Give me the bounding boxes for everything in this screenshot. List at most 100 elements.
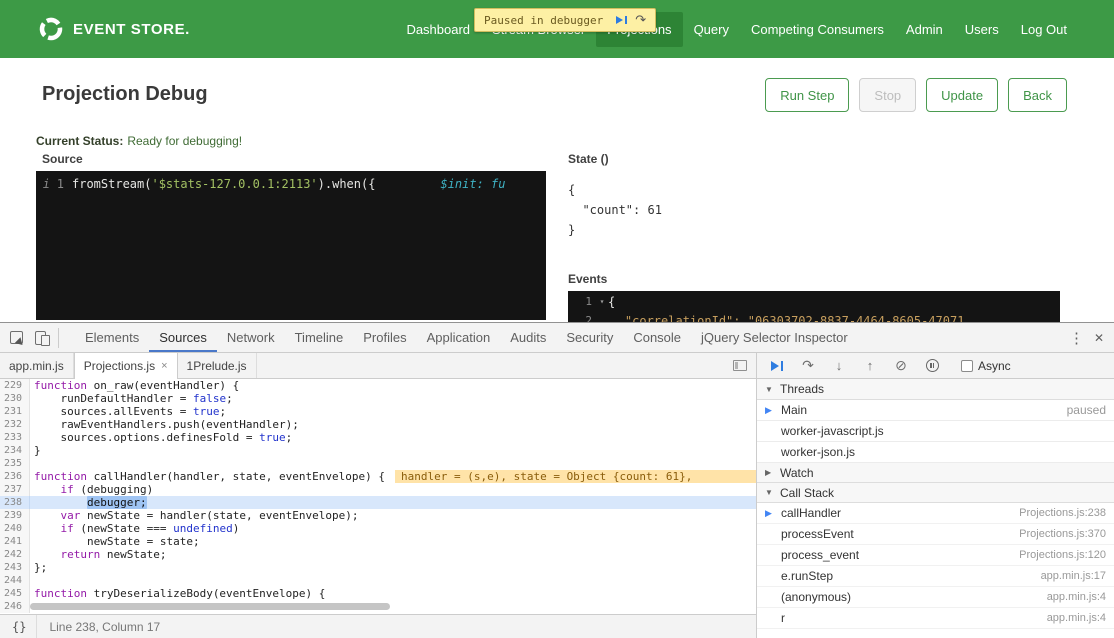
line-number[interactable]: 233 [0, 431, 30, 444]
close-devtools-icon[interactable] [1094, 331, 1104, 345]
tab-console[interactable]: Console [623, 323, 691, 352]
call-stack-frame[interactable]: rapp.min.js:4 [757, 608, 1114, 629]
code-line[interactable]: 240 if (newState === undefined) [0, 522, 756, 535]
nav-item-dashboard[interactable]: Dashboard [395, 12, 481, 47]
thread-row[interactable]: worker-javascript.js [757, 421, 1114, 442]
line-number[interactable]: 234 [0, 444, 30, 457]
code-line[interactable]: 243}; [0, 561, 756, 574]
tab-application[interactable]: Application [417, 323, 501, 352]
close-tab-icon[interactable]: × [161, 360, 167, 372]
line-number[interactable]: 243 [0, 561, 30, 574]
resume-button[interactable] [769, 358, 785, 374]
line-number[interactable]: 245 [0, 587, 30, 600]
source-editor[interactable]: i 1 fromStream('$stats-127.0.0.1:2113').… [36, 171, 546, 320]
kebab-menu-icon[interactable] [1069, 329, 1084, 347]
line-number[interactable]: 244 [0, 574, 30, 587]
nav-item-competing-consumers[interactable]: Competing Consumers [740, 12, 895, 47]
line-number[interactable]: 236 [0, 470, 30, 483]
line-number[interactable]: 242 [0, 548, 30, 561]
line-number[interactable]: 237 [0, 483, 30, 496]
line-number[interactable]: 239 [0, 509, 30, 522]
call-stack-frame[interactable]: process_eventProjections.js:120 [757, 545, 1114, 566]
code-line[interactable]: 241 newState = state; [0, 535, 756, 548]
source-line-number: 1 [50, 177, 64, 191]
line-number[interactable]: 246 [0, 600, 30, 613]
code-line[interactable]: 239 var newState = handler(state, eventE… [0, 509, 756, 522]
navigator-toggle-icon[interactable] [733, 360, 747, 371]
code-line[interactable]: 238 debugger; [0, 496, 756, 509]
line-number[interactable]: 235 [0, 457, 30, 470]
tab-jquery-selector-inspector[interactable]: jQuery Selector Inspector [691, 323, 858, 352]
threads-header[interactable]: Threads [757, 379, 1114, 400]
update-button[interactable]: Update [926, 78, 998, 112]
code-line-text: rawEventHandlers.push(eventHandler); [30, 418, 299, 431]
fold-icon[interactable] [596, 297, 608, 306]
code-line-text [30, 457, 34, 470]
device-toolbar-icon[interactable] [35, 331, 46, 345]
line-number[interactable]: 229 [0, 379, 30, 392]
run-step-button[interactable]: Run Step [765, 78, 849, 112]
inspect-element-icon[interactable] [10, 331, 23, 344]
code-line[interactable]: 245function tryDeserializeBody(eventEnve… [0, 587, 756, 600]
call-stack-frame[interactable]: processEventProjections.js:370 [757, 524, 1114, 545]
code-line[interactable]: 237 if (debugging) [0, 483, 756, 496]
code-line[interactable]: 235 [0, 457, 756, 470]
code-line[interactable]: 244 [0, 574, 756, 587]
nav-item-query[interactable]: Query [683, 12, 740, 47]
step-out-button[interactable] [862, 358, 878, 374]
thread-row[interactable]: worker-json.js [757, 442, 1114, 463]
nav-item-log-out[interactable]: Log Out [1010, 12, 1078, 47]
code-line[interactable]: 232 rawEventHandlers.push(eventHandler); [0, 418, 756, 431]
resume-script-icon[interactable] [612, 11, 631, 29]
code-line-text: function on_raw(eventHandler) { [30, 379, 239, 392]
horizontal-scrollbar[interactable] [30, 603, 744, 611]
line-number[interactable]: 232 [0, 418, 30, 431]
file-tab-1prelude-js[interactable]: 1Prelude.js [178, 353, 257, 378]
pause-on-exceptions-icon [926, 359, 939, 372]
code-line[interactable]: 230 runDefaultHandler = false; [0, 392, 756, 405]
tab-elements[interactable]: Elements [75, 323, 149, 352]
tab-audits[interactable]: Audits [500, 323, 556, 352]
line-number[interactable]: 238 [0, 496, 30, 509]
tab-timeline[interactable]: Timeline [285, 323, 354, 352]
call-stack-frame[interactable]: e.runStepapp.min.js:17 [757, 566, 1114, 587]
line-number[interactable]: 240 [0, 522, 30, 535]
frame-function: r [781, 611, 785, 625]
step-over-button[interactable] [800, 358, 816, 374]
line-number[interactable]: 230 [0, 392, 30, 405]
tab-security[interactable]: Security [556, 323, 623, 352]
eventstore-logo[interactable]: EVENT STORE. [38, 16, 190, 42]
frame-location: app.min.js:4 [1047, 591, 1106, 603]
tab-sources[interactable]: Sources [149, 323, 217, 352]
code-line[interactable]: 242 return newState; [0, 548, 756, 561]
pretty-print-icon[interactable]: {} [10, 615, 37, 638]
nav-item-users[interactable]: Users [954, 12, 1010, 47]
back-button[interactable]: Back [1008, 78, 1067, 112]
code-editor[interactable]: 229function on_raw(eventHandler) {230 ru… [0, 379, 756, 614]
events-editor[interactable]: 1{2 "correlationId": "06303702-8837-4464… [568, 291, 1060, 322]
code-line[interactable]: 236function callHandler(handler, state, … [0, 470, 756, 483]
tab-network[interactable]: Network [217, 323, 285, 352]
call-stack-header[interactable]: Call Stack [757, 482, 1114, 503]
code-line[interactable]: 234} [0, 444, 756, 457]
watch-header[interactable]: Watch [757, 462, 1114, 483]
line-number[interactable]: 231 [0, 405, 30, 418]
code-line[interactable]: 231 sources.allEvents = true; [0, 405, 756, 418]
horizontal-scrollbar-thumb[interactable] [30, 603, 390, 610]
file-tab-app-min-js[interactable]: app.min.js [0, 353, 74, 378]
step-into-button[interactable] [831, 358, 847, 374]
tab-profiles[interactable]: Profiles [353, 323, 416, 352]
deactivate-breakpoints-button[interactable] [893, 358, 909, 374]
thread-row[interactable]: ▶Mainpaused [757, 400, 1114, 421]
pause-on-exceptions-button[interactable] [924, 358, 940, 374]
call-stack-frame[interactable]: (anonymous)app.min.js:4 [757, 587, 1114, 608]
nav-item-admin[interactable]: Admin [895, 12, 954, 47]
file-tab-projections-js[interactable]: Projections.js× [74, 353, 178, 379]
async-checkbox[interactable] [961, 360, 973, 372]
step-over-icon[interactable] [631, 11, 650, 29]
line-number[interactable]: 241 [0, 535, 30, 548]
code-line[interactable]: 233 sources.options.definesFold = true; [0, 431, 756, 444]
call-stack-frame[interactable]: ▶callHandlerProjections.js:238 [757, 503, 1114, 524]
devtools-left-icons [0, 328, 71, 348]
code-line[interactable]: 229function on_raw(eventHandler) { [0, 379, 756, 392]
